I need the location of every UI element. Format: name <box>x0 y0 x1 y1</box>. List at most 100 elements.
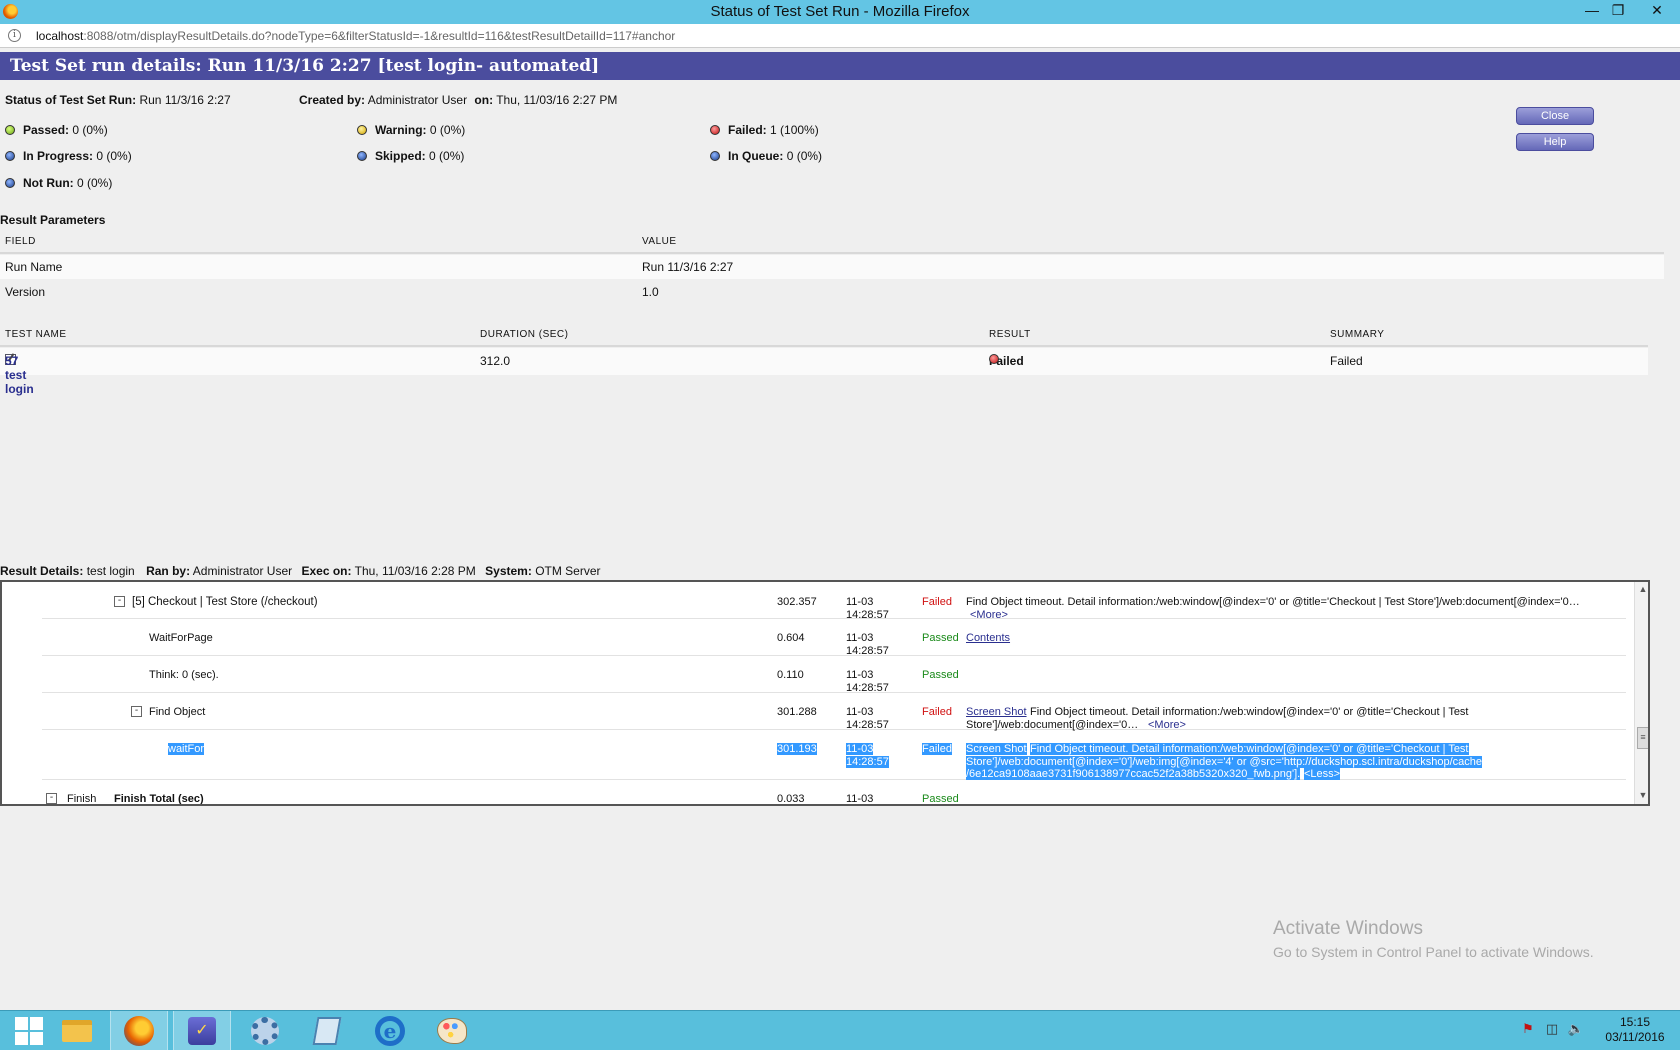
address-bar[interactable]: i localhost:8088/otm/displayResultDetail… <box>0 24 1680 48</box>
watermark-subtitle: Go to System in Control Panel to activat… <box>1273 944 1594 960</box>
settings-taskbar-button[interactable] <box>236 1011 294 1050</box>
duration-cell: 312.0 <box>480 354 511 368</box>
taskbar-clock[interactable]: 15:15 03/11/2016 <box>1600 1015 1670 1045</box>
window-close-button[interactable]: ✕ <box>1640 0 1674 22</box>
paint-taskbar-button[interactable] <box>423 1011 481 1050</box>
skipped-status-icon <box>357 151 367 161</box>
less-link[interactable]: <Less> <box>1304 768 1341 780</box>
file-explorer-button[interactable] <box>48 1011 106 1050</box>
url-text[interactable]: localhost:8088/otm/displayResultDetails.… <box>36 29 675 43</box>
ran-label: Ran by: <box>146 564 191 578</box>
activate-windows-watermark: Activate Windows Go to System in Control… <box>1273 918 1594 960</box>
result-details-panel[interactable]: - [5] Checkout | Test Store (/checkout) … <box>0 580 1650 806</box>
step-name: waitFor <box>168 743 205 755</box>
summary-cell: Failed <box>1330 354 1363 368</box>
step-status: Failed <box>922 706 952 718</box>
in-queue-status-icon <box>710 151 720 161</box>
detail-row: WaitForPage 0.604 11-03 14:28:57 Passed … <box>42 619 1626 657</box>
stat-skipped: Skipped: 0 (0%) <box>357 149 464 163</box>
divider <box>0 345 1648 347</box>
step-duration: 301.193 <box>777 743 817 755</box>
param-value: 1.0 <box>642 285 659 299</box>
divider <box>0 252 1664 254</box>
stat-label: Failed: <box>728 123 767 137</box>
passed-status-icon <box>5 125 15 135</box>
stat-label: Skipped: <box>375 149 426 163</box>
page-header: Test Set run details: Run 11/3/16 2:27 [… <box>0 52 1680 80</box>
param-value: Run 11/3/16 2:27 <box>642 260 734 274</box>
url-host: localhost <box>36 29 84 43</box>
stat-in-progress: In Progress: 0 (0%) <box>5 149 132 163</box>
col-field: FIELD <box>5 236 36 247</box>
result-cell: Failed <box>989 354 1024 368</box>
collapse-toggle[interactable]: - <box>114 596 125 607</box>
scroll-up-icon[interactable]: ▲ <box>1637 584 1648 596</box>
test-link[interactable]: 57 test login <box>5 354 34 396</box>
vertical-scrollbar[interactable]: ▲ ≡ ▼ <box>1634 582 1648 804</box>
step-message-cont: Store']/web:document[@index='0']/web:img… <box>966 756 1483 768</box>
detail-row: Think: 0 (sec). 0.110 11-03 14:28:57 Pas… <box>42 656 1626 694</box>
document-app-icon <box>312 1017 342 1045</box>
step-name: Find Object <box>149 706 206 718</box>
help-button[interactable]: Help <box>1516 133 1594 151</box>
step-status: Failed <box>922 743 952 755</box>
result-details-list: - [5] Checkout | Test Store (/checkout) … <box>42 582 1626 805</box>
action-center-flag-icon[interactable]: ⚑ <box>1519 1021 1537 1039</box>
settings-gear-icon <box>251 1017 279 1045</box>
not-run-status-icon <box>5 178 15 188</box>
stat-value: 0 (0%) <box>429 149 465 163</box>
failed-status-icon <box>710 125 720 135</box>
internet-explorer-icon: e <box>375 1016 405 1046</box>
step-message: Find Object timeout. Detail information:… <box>1030 706 1469 718</box>
finish-label: Finish <box>67 793 97 805</box>
stat-in-queue: In Queue: 0 (0%) <box>710 149 822 163</box>
status-line: Status of Test Set Run: Run 11/3/16 2:27 <box>5 93 231 107</box>
scroll-down-icon[interactable]: ▼ <box>1637 790 1648 802</box>
exec-value: Thu, 11/03/16 2:28 PM <box>354 564 476 578</box>
stat-passed: Passed: 0 (0%) <box>5 123 108 137</box>
otm-taskbar-button[interactable]: ✓ <box>173 1011 231 1050</box>
details-value: test login <box>86 564 135 578</box>
in-progress-status-icon <box>5 151 15 161</box>
step-status: Passed <box>922 632 959 644</box>
contents-link[interactable]: Contents <box>966 632 1010 644</box>
volume-muted-icon[interactable]: 🔈 <box>1567 1021 1585 1039</box>
col-test-name: TEST NAME <box>5 329 67 340</box>
minimize-button[interactable]: — <box>1578 0 1606 22</box>
collapse-toggle[interactable]: - <box>131 706 142 717</box>
col-duration: DURATION (SEC) <box>480 329 569 340</box>
created-label: Created by: <box>299 93 366 107</box>
step-message: Find Object timeout. Detail information:… <box>966 596 1580 608</box>
step-message-cont: /6e12ca9108aae3731f906138977ccac52f2a38b… <box>966 768 1301 780</box>
taskbar: ✓ e ⚑ ◫ 🔈 15:15 03/11/2016 <box>0 1010 1680 1050</box>
firefox-taskbar-button[interactable] <box>110 1011 168 1050</box>
col-result: RESULT <box>989 329 1031 340</box>
file-explorer-icon <box>62 1020 92 1042</box>
network-icon[interactable]: ◫ <box>1543 1021 1561 1039</box>
ie-taskbar-button[interactable]: e <box>361 1011 419 1050</box>
ran-value: Administrator User <box>192 564 293 578</box>
collapse-toggle[interactable]: - <box>46 793 57 804</box>
param-field: Version <box>5 285 46 299</box>
screenshot-link[interactable]: Screen Shot <box>966 743 1027 755</box>
document-taskbar-button[interactable] <box>298 1011 356 1050</box>
on-label: on: <box>474 93 494 107</box>
scroll-thumb[interactable]: ≡ <box>1637 727 1648 749</box>
window-title: Status of Test Set Run - Mozilla Firefox <box>710 3 970 20</box>
screenshot-link[interactable]: Screen Shot <box>966 706 1027 718</box>
close-button[interactable]: Close <box>1516 107 1594 125</box>
details-label: Result Details: <box>0 564 84 578</box>
stat-failed: Failed: 1 (100%) <box>710 123 819 137</box>
step-message: Find Object timeout. Detail information:… <box>1030 743 1469 755</box>
created-value: Administrator User <box>367 93 468 107</box>
clock-date: 03/11/2016 <box>1605 1030 1665 1044</box>
failed-status-icon <box>989 354 999 364</box>
col-value: VALUE <box>642 236 677 247</box>
start-icon <box>15 1017 43 1045</box>
stat-value: 1 (100%) <box>770 123 819 137</box>
restore-button[interactable]: ❐ <box>1604 0 1632 22</box>
stat-value: 0 (0%) <box>77 176 113 190</box>
url-path: :8088/otm/displayResultDetails.do?nodeTy… <box>83 29 676 43</box>
step-duration: 0.033 <box>777 793 805 805</box>
info-icon[interactable]: i <box>8 29 21 42</box>
